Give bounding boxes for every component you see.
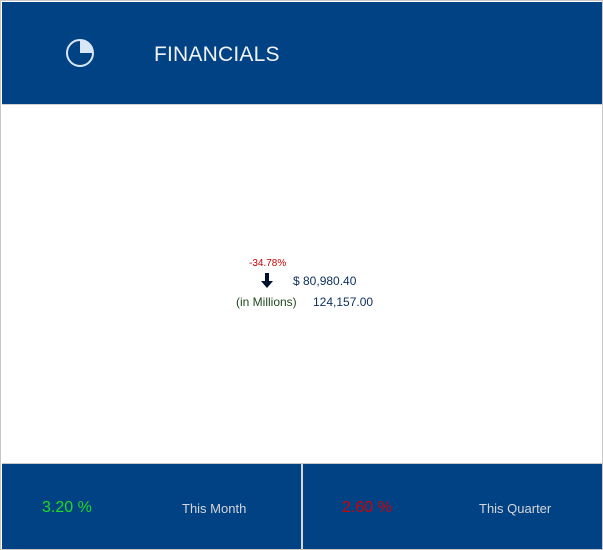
current-value: $ 80,980.40 (293, 274, 357, 288)
widget-footer: 3.20 % This Month 2.60 % This Quarter (2, 463, 602, 549)
unit-label: (in Millions) (236, 295, 297, 309)
financials-widget: FINANCIALS -34.78% $ 80,980.40 (in Milli… (0, 0, 603, 550)
footer-divider (301, 464, 303, 549)
arrow-down-icon (261, 273, 273, 288)
month-stat-value: 3.20 % (42, 499, 92, 516)
widget-body: -34.78% $ 80,980.40 (in Millions) 124,15… (2, 105, 602, 462)
change-percent: -34.78% (249, 258, 287, 269)
quarter-stat-value: 2.60 % (342, 499, 392, 516)
pie-chart-icon (66, 39, 94, 67)
month-stat-label: This Month (182, 501, 247, 516)
widget-header: FINANCIALS (2, 2, 602, 105)
quarter-stat-label: This Quarter (479, 501, 552, 516)
previous-value: 124,157.00 (313, 295, 374, 309)
page-title: FINANCIALS (154, 43, 280, 66)
